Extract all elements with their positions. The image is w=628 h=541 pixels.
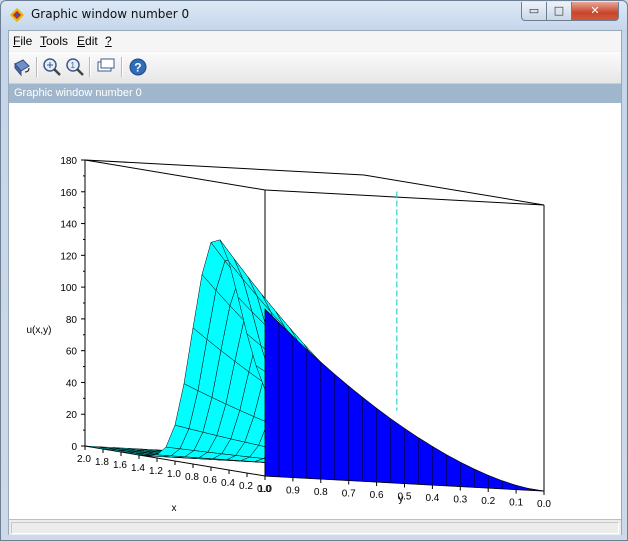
- menu-help[interactable]: ?: [105, 34, 112, 48]
- x-tick-label: 0.8: [185, 472, 199, 483]
- menu-tools[interactable]: Tools: [40, 34, 68, 48]
- rotate-icon[interactable]: [11, 56, 33, 78]
- x-tick-label: 1.8: [95, 457, 109, 468]
- z-tick-label: 100: [60, 283, 77, 294]
- scilab-app-icon: [10, 8, 24, 22]
- y-tick-label: 0.4: [425, 493, 439, 504]
- y-tick-label: 0.3: [453, 495, 467, 506]
- y-tick-label: 0.9: [286, 486, 300, 497]
- z-tick-label: 60: [66, 347, 78, 358]
- surface-plot[interactable]: 0 20 40 60 80 100 120 140 160 180 u(x,y) 2.0 1.8 1.6 1…: [9, 103, 621, 519]
- z-axis-label: u(x,y): [27, 325, 52, 336]
- help-icon[interactable]: ?: [127, 56, 149, 78]
- z-tick-label: 120: [60, 251, 77, 262]
- x-tick-label: 2.0: [77, 454, 91, 465]
- z-tick-label: 180: [60, 156, 77, 167]
- x-tick-label: 0.2: [239, 481, 253, 492]
- toolbar-separator: [36, 57, 38, 77]
- figure-banner-title: Graphic window number 0: [14, 87, 142, 99]
- x-tick-label: 1.6: [113, 460, 127, 471]
- y-tick-label: 0.8: [314, 487, 328, 498]
- y-tick-label: 0.0: [537, 499, 551, 510]
- x-tick-label: 0.6: [203, 475, 217, 486]
- toolbar: 1 ?: [9, 52, 621, 84]
- y-tick-label: 0.7: [342, 489, 356, 500]
- z-tick-label: 160: [60, 188, 77, 199]
- x-tick-label: 1.0: [167, 469, 181, 480]
- svg-text:1: 1: [71, 61, 76, 70]
- plot-canvas[interactable]: 0 20 40 60 80 100 120 140 160 180 u(x,y) 2.0 1.8 1.6 1…: [9, 103, 621, 519]
- graphic-window: Graphic window number 0 ▭ □ ✕ File Tools…: [0, 0, 628, 541]
- x-tick-label: 1.2: [149, 466, 163, 477]
- zoom-icon[interactable]: [41, 56, 63, 78]
- svg-text:?: ?: [134, 61, 141, 75]
- x-tick-label: 1.4: [131, 463, 145, 474]
- close-button[interactable]: ✕: [571, 2, 619, 21]
- z-tick-label: 40: [66, 378, 78, 389]
- datatip-icon[interactable]: [95, 56, 117, 78]
- menu-edit[interactable]: Edit: [77, 34, 98, 48]
- y-axis-label: y: [399, 494, 404, 505]
- window-title: Graphic window number 0: [31, 7, 190, 21]
- y-tick-label: 1.0: [258, 484, 272, 495]
- x-axis-label: x: [172, 503, 177, 514]
- z-tick-label: 0: [71, 442, 77, 453]
- title-bar[interactable]: Graphic window number 0 ▭ □ ✕: [1, 1, 627, 29]
- surface-mesh: [84, 239, 545, 492]
- axis-line: [264, 189, 545, 206]
- axis-line: [84, 159, 365, 176]
- z-tick-label: 20: [66, 410, 78, 421]
- maximize-button[interactable]: □: [546, 2, 572, 21]
- toolbar-separator: [89, 57, 91, 77]
- minimize-button[interactable]: ▭: [521, 2, 547, 21]
- z-tick-label: 140: [60, 220, 77, 231]
- toolbar-separator: [121, 57, 123, 77]
- menu-bar: File Tools Edit ?: [9, 31, 621, 51]
- x-tick-label: 0.4: [221, 478, 235, 489]
- unzoom-icon[interactable]: 1: [64, 56, 86, 78]
- menu-file[interactable]: File: [13, 34, 32, 48]
- window-client: File Tools Edit ? 1 ? Graphic window num…: [8, 30, 622, 535]
- z-tick-label: 80: [66, 315, 78, 326]
- figure-banner: Graphic window number 0: [9, 84, 621, 103]
- y-tick-label: 0.2: [481, 496, 495, 507]
- y-tick-label: 0.6: [370, 490, 384, 501]
- status-bar: [9, 519, 621, 535]
- y-tick-label: 0.1: [509, 498, 523, 509]
